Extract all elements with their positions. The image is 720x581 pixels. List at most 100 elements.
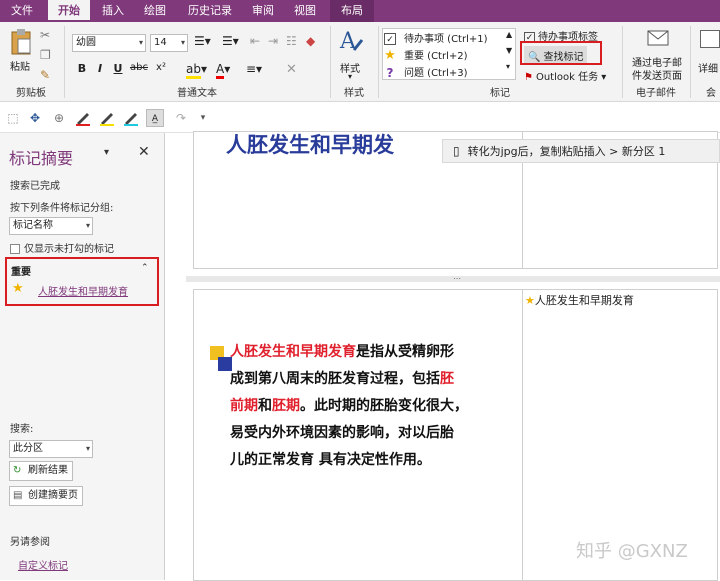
font-family-select[interactable]: 幼圆 ▾ (72, 34, 146, 52)
meeting-details-icon[interactable] (700, 30, 720, 48)
tab-home[interactable]: 开始 (48, 0, 90, 22)
tag-todo-item[interactable]: ✓ 待办事项 (Ctrl+1) (384, 30, 488, 46)
outdent-icon[interactable]: ⇤ (250, 34, 260, 48)
search-label: 搜索: (10, 424, 34, 435)
strikethrough-button[interactable]: abc (128, 62, 150, 73)
checkbox-icon: ✓ (384, 33, 396, 45)
ink-to-text-icon[interactable]: A̲ (146, 109, 164, 127)
redo-icon[interactable]: ↷ (172, 109, 190, 127)
star-icon: ★ (525, 294, 535, 307)
search-scope-select[interactable]: 此分区 ▾ (9, 440, 93, 458)
tab-file[interactable]: 文件 (0, 0, 44, 22)
clear-list-icon[interactable]: ☷ (286, 34, 297, 48)
tab-history[interactable]: 历史记录 (180, 0, 240, 22)
highlight-icon[interactable]: ab▾ (186, 62, 207, 79)
gallery-more-icon[interactable]: ▾ (506, 62, 510, 71)
star-icon: ★ (12, 281, 24, 296)
tab-layout[interactable]: 布局 (330, 0, 374, 22)
body-line-1: 人胚发生和早期发育是指从受精卵形 (230, 339, 454, 365)
group-by-value: 标记名称 (13, 220, 53, 231)
outlook-tasks-button[interactable]: ⚑ Outlook 任务 ▾ (524, 68, 606, 83)
section-header-important[interactable]: 重要 (11, 263, 31, 278)
add-space-icon[interactable]: ⊕ (50, 109, 68, 127)
body-red-term: 胚 (440, 371, 454, 387)
envelope-icon (647, 30, 669, 46)
pane-options-icon[interactable]: ▾ (104, 147, 109, 158)
eraser-icon[interactable]: ◆ (306, 34, 315, 48)
ribbon-tab-bar: 文件 开始 插入 绘图 历史记录 审阅 视图 布局 (0, 0, 720, 22)
format-painter-icon[interactable]: ✎ (40, 68, 50, 82)
cut-icon[interactable]: ✂ (40, 28, 50, 42)
numbering-icon[interactable]: ☰▾ (222, 34, 239, 48)
body-text-3b: 。此时期的胚胎变化很大， (300, 398, 468, 414)
details-label: 详细 (698, 64, 718, 75)
tag-question-item[interactable]: ? 问题 (Ctrl+3) (384, 64, 468, 80)
styles-icon: A (339, 29, 364, 54)
scroll-up-icon[interactable]: ▲ (506, 30, 512, 39)
lasso-icon[interactable]: ⬚ (4, 109, 22, 127)
result-item-link[interactable]: 人胚发生和早期发育 (38, 283, 128, 298)
italic-button[interactable]: I (92, 62, 108, 75)
paste-button[interactable] (8, 28, 34, 56)
collapse-icon[interactable]: ⌃ (141, 263, 149, 273)
pane-title: 标记摘要 (9, 149, 74, 168)
close-icon[interactable]: ✕ (138, 144, 150, 160)
customize-toolbar-icon[interactable]: ▾ (194, 109, 212, 127)
custom-tags-link[interactable]: 自定义标记 (18, 557, 68, 572)
group-by-label: 按下列条件将标记分组: (10, 203, 114, 214)
cyan-highlighter-icon[interactable] (122, 109, 140, 127)
tab-draw[interactable]: 绘图 (136, 0, 174, 22)
superscript-button[interactable]: x² (152, 62, 170, 73)
body-red-term: 前期 (230, 398, 258, 414)
align-icon[interactable]: ≡▾ (246, 62, 262, 76)
refresh-icon: ↻ (13, 465, 22, 476)
tab-view[interactable]: 视图 (286, 0, 324, 22)
copy-icon[interactable]: ❐ (40, 48, 51, 62)
page-canvas: 人胚发生和早期发 ▯ 转化为jpg后，复制粘贴插入 > 新分区 1 ⋯ ★人胚发生… (166, 131, 720, 581)
body-text-2: 成到第八周末的胚发育过程，包括 (230, 371, 440, 387)
underline-button[interactable]: U (110, 62, 126, 75)
chevron-down-icon: ▾ (85, 444, 90, 453)
body-text-3: 和 (258, 398, 272, 414)
divider (622, 26, 623, 98)
unchecked-only-checkbox[interactable]: 仅显示未打勾的标记 (10, 240, 114, 255)
indent-icon[interactable]: ⇥ (268, 34, 278, 48)
clear-format-icon[interactable]: ✕ (286, 62, 297, 77)
watermark: 知乎 @GXNZ (576, 541, 688, 562)
refresh-results-button[interactable]: ↻ 刷新结果 (9, 461, 73, 481)
tags-summary-pane: 标记摘要 ▾ ✕ 搜索已完成 按下列条件将标记分组: 标记名称 ▾ 仅显示未打勾的… (0, 133, 165, 580)
bullets-icon[interactable]: ☰▾ (194, 34, 211, 48)
font-family-value: 幼圆 (76, 37, 96, 48)
bold-button[interactable]: B (74, 62, 90, 75)
email-label-line2: 件发送页面 (632, 71, 682, 82)
pan-icon[interactable]: ✥ (26, 109, 44, 127)
tab-review[interactable]: 审阅 (244, 0, 282, 22)
create-summary-button[interactable]: ▤ 创建摘要页 (9, 486, 83, 506)
tag-todo-label: 待办事项 (Ctrl+1) (404, 34, 488, 45)
tag-important-item[interactable]: ★ 重要 (Ctrl+2) (384, 47, 467, 63)
font-color-icon[interactable]: A▾ (216, 62, 230, 79)
tags-group-label: 标记 (490, 88, 510, 99)
red-pen-icon[interactable] (74, 109, 92, 127)
email-page-button[interactable] (646, 28, 670, 48)
chevron-down-icon[interactable]: ▾ (348, 72, 352, 81)
font-size-select[interactable]: 14 ▾ (150, 34, 188, 52)
chevron-down-icon: ▾ (138, 38, 143, 47)
styles-button[interactable]: A (338, 26, 366, 56)
divider (378, 26, 379, 98)
tab-insert[interactable]: 插入 (94, 0, 132, 22)
drag-handle-icon[interactable]: ⋯ (453, 274, 461, 283)
notice-text: 转化为jpg后，复制粘贴插入 > 新分区 1 (467, 145, 666, 158)
yellow-highlighter-icon[interactable] (98, 109, 116, 127)
chevron-down-icon: ▾ (85, 221, 90, 230)
email-group-label: 电子邮件 (636, 88, 676, 99)
chevron-down-icon: ▾ (180, 38, 185, 47)
styles-group-label: 样式 (344, 88, 364, 99)
body-line-4: 易受内外环境因素的影响，对以后胎 (230, 425, 454, 441)
group-by-select[interactable]: 标记名称 ▾ (9, 217, 93, 235)
scroll-down-icon[interactable]: ▼ (506, 46, 512, 55)
font-group-label: 普通文本 (177, 88, 217, 99)
side-tag-text: 人胚发生和早期发育 (534, 294, 634, 307)
ribbon: 粘贴 ✂ ❐ ✎ 剪贴板 幼圆 ▾ 14 ▾ ☰▾ ☰▾ ⇤ ⇥ ☷ ◆ B I U… (0, 22, 720, 102)
question-icon: ? (386, 66, 394, 80)
